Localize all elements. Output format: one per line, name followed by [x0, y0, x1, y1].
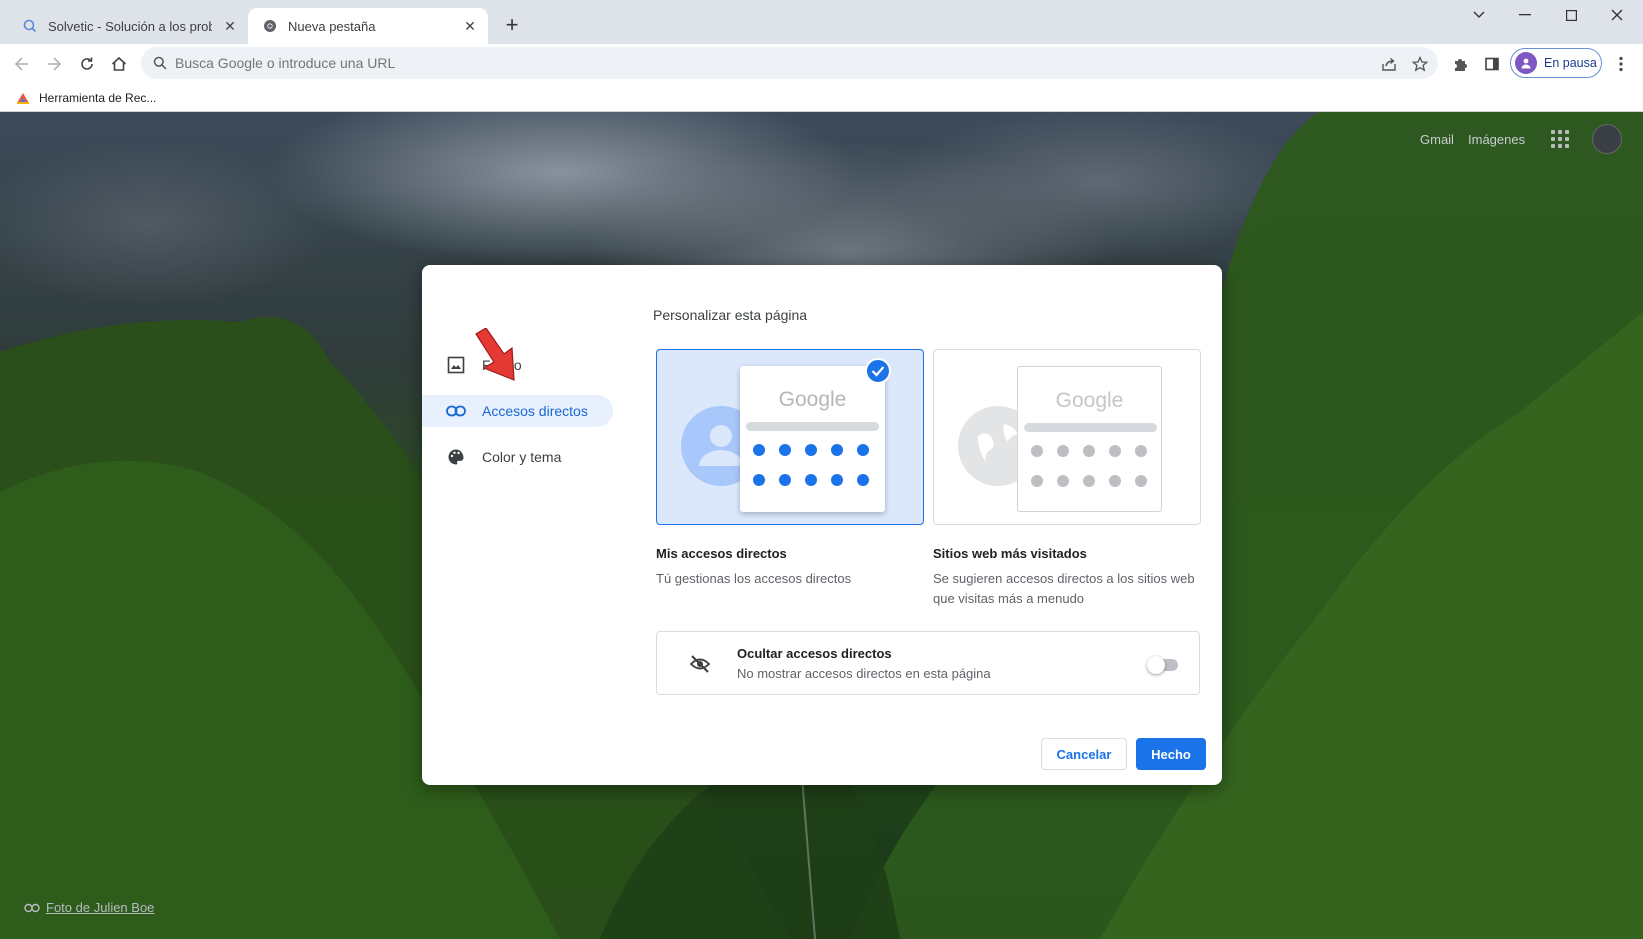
customize-dialog: Personalizar esta página Fondo Accesos d…: [422, 265, 1222, 785]
toolbar: En pausa: [0, 44, 1643, 84]
preview-logo: Google: [778, 388, 847, 411]
extensions-puzzle-icon[interactable]: [1446, 50, 1474, 78]
photo-credit-link[interactable]: Foto de Julien Boe: [24, 900, 154, 915]
sidebar-item-color-theme[interactable]: Color y tema: [422, 441, 561, 473]
chrome-icon: [262, 18, 278, 34]
tab-strip: Solvetic - Solución a los problemas ✕ Nu…: [0, 0, 1643, 44]
bookmark-favicon-icon: [17, 93, 29, 104]
google-apps-icon[interactable]: [1551, 130, 1569, 148]
close-window-button[interactable]: [1594, 4, 1640, 26]
forward-button[interactable]: [40, 50, 68, 78]
hide-shortcuts-row: Ocultar accesos directos No mostrar acce…: [656, 631, 1200, 695]
photo-credit-label: Foto de Julien Boe: [46, 900, 155, 915]
chrome-menu-icon[interactable]: [1611, 52, 1631, 76]
check-icon: [865, 358, 891, 384]
dialog-title: Personalizar esta página: [653, 307, 808, 323]
preview-shortcut-row: [1031, 475, 1147, 487]
home-button[interactable]: [105, 50, 133, 78]
preview-shortcut-row: [753, 474, 869, 486]
search-icon: [153, 56, 167, 70]
tab-title: Solvetic - Solución a los problemas: [48, 18, 212, 34]
preview-shortcut-row: [1031, 445, 1147, 457]
hide-shortcuts-toggle[interactable]: [1147, 656, 1179, 674]
option-title: Mis accesos directos: [656, 546, 787, 561]
share-icon[interactable]: [1375, 50, 1403, 78]
profile-button[interactable]: En pausa: [1510, 48, 1602, 78]
preview-shortcut-row: [753, 444, 869, 456]
image-icon: [446, 355, 466, 375]
option-description: Se sugieren accesos directos a los sitio…: [933, 571, 1195, 606]
cancel-button[interactable]: Cancelar: [1041, 738, 1127, 770]
hide-shortcuts-description: No mostrar accesos directos en esta pági…: [737, 666, 991, 681]
tab-search-icon[interactable]: [1456, 4, 1502, 26]
images-link[interactable]: Imágenes: [1468, 132, 1525, 147]
close-tab-icon[interactable]: ✕: [220, 16, 240, 36]
back-button[interactable]: [8, 50, 36, 78]
shortcuts-preview: Google: [740, 366, 885, 512]
preview-search-bar: [746, 422, 879, 431]
bookmark-label: Herramienta de Rec...: [39, 91, 157, 105]
close-tab-icon[interactable]: ✕: [460, 16, 480, 36]
preview-logo: Google: [1055, 389, 1124, 412]
solvetic-favicon-icon: [22, 18, 38, 34]
bookmark-item[interactable]: Herramienta de Rec...: [16, 87, 156, 109]
account-avatar[interactable]: [1592, 124, 1622, 154]
reload-button[interactable]: [73, 50, 101, 78]
minimize-button[interactable]: [1502, 4, 1548, 26]
my-shortcuts-option[interactable]: Google: [656, 349, 924, 525]
option-description: Tú gestionas los accesos directos: [656, 571, 852, 586]
tab-solvetic[interactable]: Solvetic - Solución a los problemas ✕: [8, 8, 248, 44]
red-arrow-annotation: [475, 328, 515, 381]
bookmark-star-icon[interactable]: [1406, 50, 1434, 78]
hide-shortcuts-title: Ocultar accesos directos: [737, 646, 892, 661]
most-visited-option[interactable]: Google: [933, 349, 1201, 525]
visibility-off-icon: [689, 655, 711, 673]
bookmarks-bar: Herramienta de Rec...: [0, 84, 1643, 112]
option-title: Sitios web más visitados: [933, 546, 1087, 561]
side-panel-icon[interactable]: [1478, 50, 1506, 78]
new-tab-button[interactable]: +: [500, 14, 524, 38]
omnibox-input[interactable]: [175, 55, 1075, 71]
profile-status-label: En pausa: [1544, 56, 1597, 70]
maximize-button[interactable]: [1548, 4, 1594, 26]
gmail-link[interactable]: Gmail: [1420, 132, 1454, 147]
preview-search-bar: [1024, 423, 1157, 432]
done-button[interactable]: Hecho: [1136, 738, 1206, 770]
palette-icon: [446, 447, 466, 467]
omnibox[interactable]: [141, 47, 1438, 79]
sidebar-item-label: Accesos directos: [482, 403, 588, 419]
link-icon: [446, 401, 466, 421]
link-icon: [24, 903, 40, 912]
sidebar-item-label: Color y tema: [482, 449, 562, 465]
tab-title: Nueva pestaña: [288, 18, 376, 34]
profile-avatar-icon: [1515, 52, 1537, 74]
tab-new-tab[interactable]: Nueva pestaña ✕: [248, 8, 488, 44]
sidebar-item-shortcuts[interactable]: Accesos directos: [422, 395, 613, 427]
most-visited-preview: Google: [1017, 366, 1162, 512]
